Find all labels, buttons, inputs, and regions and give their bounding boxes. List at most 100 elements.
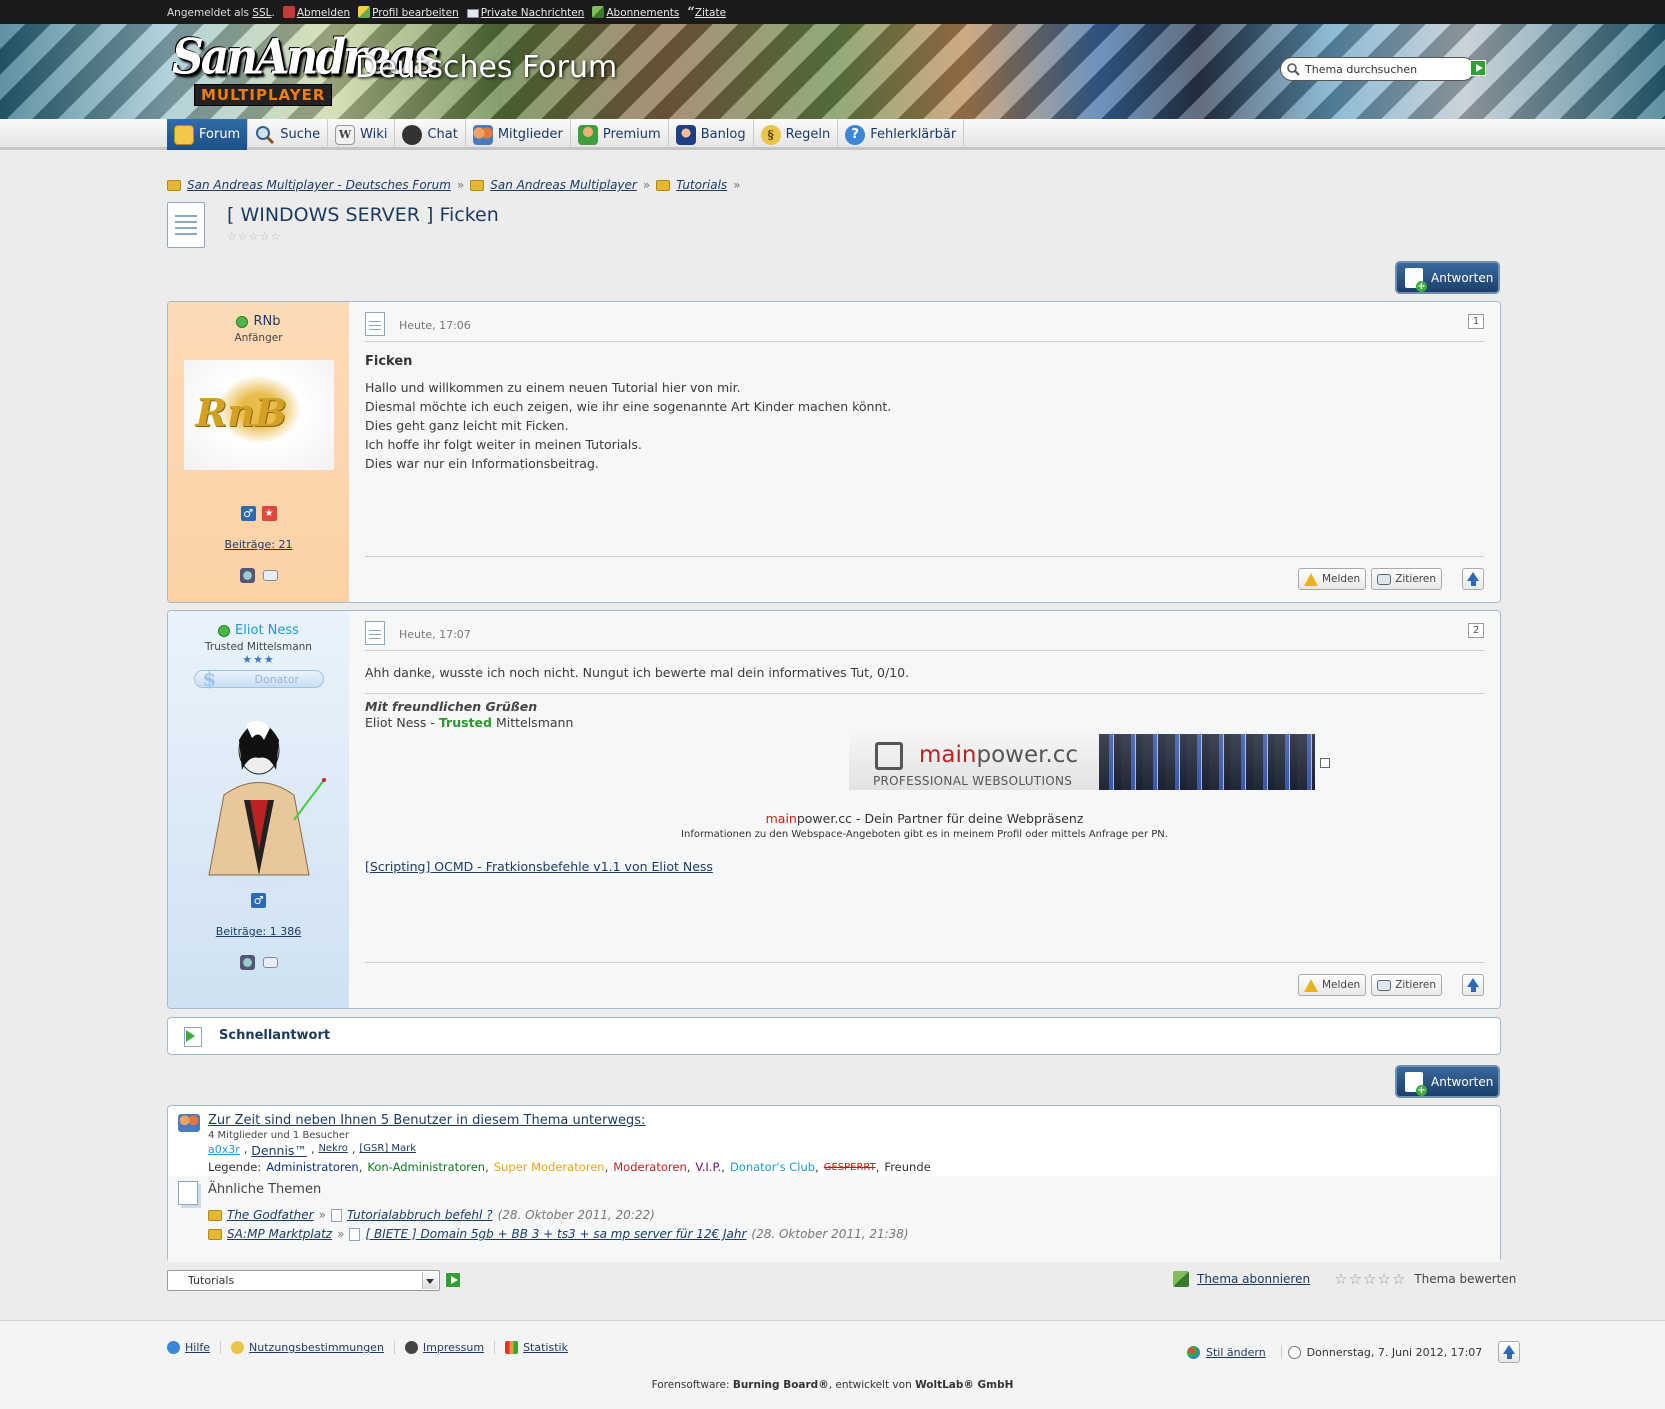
author-post-count[interactable]: Beiträge: 1 386	[216, 925, 301, 938]
online-user[interactable]: Dennis™	[251, 1143, 307, 1158]
subscribe-thread-link[interactable]: Thema abonnieren	[1197, 1272, 1310, 1286]
online-user[interactable]: a0x3r	[208, 1143, 240, 1158]
email-icon[interactable]	[262, 570, 278, 581]
main-navigation: Forum Suche W Wiki Chat Mitglieder Premiu…	[0, 119, 1665, 150]
homepage-icon[interactable]	[239, 955, 255, 970]
author-post-count[interactable]: Beiträge: 21	[225, 538, 293, 551]
breadcrumb-subboard[interactable]: Tutorials	[676, 178, 727, 192]
quick-reply-panel[interactable]: Schnellantwort	[167, 1017, 1501, 1055]
help-icon: ?	[845, 124, 866, 145]
post-date: Heute, 17:07	[399, 628, 471, 641]
board-jump-go-button[interactable]	[445, 1272, 461, 1288]
search-input[interactable]	[1305, 61, 1445, 77]
similar-thread-board[interactable]: The Godfather	[227, 1208, 314, 1222]
footer-statistics[interactable]: Statistik	[505, 1341, 578, 1354]
homepage-icon[interactable]	[239, 568, 255, 583]
nav-premium[interactable]: Premium	[571, 119, 669, 150]
post-footer: Melden Zitieren	[365, 962, 1484, 996]
online-user[interactable]: [GSR] Mark	[359, 1143, 416, 1158]
legend-group: Super Moderatoren	[493, 1160, 605, 1174]
post-author-sidebar: Eliot Ness Trusted Mittelsmann ★★★ $ Don…	[168, 611, 349, 1008]
online-users-title[interactable]: Zur Zeit sind neben Ihnen 5 Benutzer in …	[208, 1113, 645, 1128]
change-style-link[interactable]: Stil ändern	[1206, 1346, 1266, 1359]
sponsor-banner[interactable]: mainpower.cc PROFESSIONAL WEBSOLUTIONS	[849, 734, 1315, 790]
quote-bubble-icon	[1377, 979, 1392, 991]
quote-button[interactable]: Zitieren	[1371, 974, 1442, 996]
breadcrumb-separator: »	[642, 178, 651, 192]
folder-icon	[208, 1209, 222, 1221]
rate-thread-stars[interactable]: ☆☆☆☆☆	[1334, 1270, 1406, 1288]
similar-thread-board[interactable]: SA:MP Marktplatz	[227, 1227, 332, 1241]
online-status-icon	[236, 315, 249, 328]
author-name[interactable]: Eliot Ness	[168, 623, 349, 638]
chat-icon	[402, 124, 423, 145]
subscribe-icon	[592, 6, 605, 18]
nav-rules[interactable]: § Regeln	[754, 119, 839, 150]
male-icon: ♂	[251, 893, 266, 908]
thread-icon	[167, 202, 205, 248]
paragraph-icon	[231, 1341, 245, 1354]
reply-button[interactable]: Antworten	[1395, 261, 1500, 294]
search-icon	[1287, 63, 1300, 76]
post-body: Heute, 17:06 1 Ficken Hallo und willkomm…	[349, 302, 1500, 602]
online-user-list: a0x3r, Dennis™, Nekro, [GSR] Mark	[208, 1143, 417, 1158]
subscribe-icon	[1173, 1271, 1189, 1287]
server-rack-image	[1099, 734, 1315, 790]
external-link-icon[interactable]	[1320, 758, 1330, 768]
site-logo[interactable]: SanAndreas MULTIPLAYER	[172, 29, 439, 112]
clock-icon	[1287, 1345, 1301, 1359]
nav-banlog[interactable]: Banlog	[669, 119, 754, 150]
username-link[interactable]: SSL	[252, 7, 271, 19]
reply-button[interactable]: Antworten	[1395, 1065, 1500, 1098]
similar-thread-date: (28. Oktober 2011, 20:22)	[497, 1208, 655, 1222]
report-button[interactable]: Melden	[1297, 568, 1367, 590]
nav-chat[interactable]: Chat	[395, 119, 466, 150]
subscriptions-link[interactable]: Abonnements	[592, 6, 679, 19]
report-button[interactable]: Melden	[1297, 974, 1367, 996]
nav-bug-reports[interactable]: ? Fehlerklärbär	[838, 119, 965, 150]
scroll-top-button[interactable]	[1462, 974, 1484, 996]
scroll-top-button[interactable]	[1498, 1341, 1521, 1363]
change-style-icon	[1187, 1345, 1200, 1359]
scroll-top-button[interactable]	[1462, 568, 1484, 590]
nav-forum[interactable]: Forum	[167, 119, 249, 150]
footer-imprint[interactable]: Impressum	[404, 1341, 496, 1354]
rate-thread-label: Thema bewerten	[1414, 1272, 1517, 1286]
logged-in-text: Angemeldet als SSL.	[167, 6, 275, 19]
nav-wiki[interactable]: W Wiki	[328, 119, 396, 150]
quick-reply-title: Schnellantwort	[219, 1028, 331, 1043]
footer-help[interactable]: Hilfe	[167, 1341, 222, 1354]
folder-icon	[167, 179, 181, 191]
similar-thread-link[interactable]: [ BIETE ] Domain 5gb + BB 3 + ts3 + sa m…	[365, 1227, 746, 1241]
signature-link[interactable]: [Scripting] OCMD - Fratkionsbefehle v1.1…	[365, 859, 713, 874]
breadcrumb-board[interactable]: San Andreas Multiplayer	[490, 178, 637, 192]
online-user[interactable]: Nekro	[318, 1143, 347, 1158]
quote-button[interactable]: Zitieren	[1371, 568, 1442, 590]
author-name[interactable]: RNb	[168, 314, 349, 329]
footer-terms[interactable]: Nutzungsbestimmungen	[231, 1341, 395, 1354]
partner-line: mainpower.cc - Dein Partner für deine We…	[765, 811, 1084, 826]
breadcrumb-separator: »	[733, 178, 741, 192]
breadcrumb: San Andreas Multiplayer - Deutsches Foru…	[167, 178, 741, 192]
search-submit-button[interactable]	[1470, 60, 1486, 76]
post-author-sidebar: RNb Anfänger RnB ♂ ★ Beiträge: 21	[168, 302, 349, 602]
premium-icon	[577, 124, 598, 145]
post-icon	[365, 312, 385, 336]
similar-thread-link[interactable]: Tutorialabbruch befehl ?	[347, 1208, 493, 1222]
quotes-link[interactable]: “Zitate	[687, 5, 726, 20]
post-number[interactable]: 1	[1468, 314, 1484, 329]
legend-group: GESPERRT	[823, 1161, 876, 1173]
breadcrumb-home[interactable]: San Andreas Multiplayer - Deutsches Foru…	[187, 178, 451, 192]
board-jump-select[interactable]: Tutorials	[167, 1270, 440, 1291]
edit-profile-link[interactable]: Profil bearbeiten	[358, 6, 459, 19]
quote-bubble-icon	[1377, 573, 1392, 585]
private-messages-link[interactable]: Private Nachrichten	[466, 7, 584, 19]
help-icon	[167, 1341, 180, 1354]
nav-search[interactable]: Suche	[248, 119, 329, 150]
post-body: Heute, 17:07 2 Ahh danke, wusste ich noc…	[349, 611, 1500, 1008]
nav-members[interactable]: Mitglieder	[466, 119, 571, 150]
email-icon[interactable]	[262, 957, 278, 968]
post-number[interactable]: 2	[1468, 623, 1484, 638]
logout-link[interactable]: Abmelden	[282, 6, 350, 19]
similar-thread-date: (28. Oktober 2011, 21:38)	[751, 1227, 909, 1241]
